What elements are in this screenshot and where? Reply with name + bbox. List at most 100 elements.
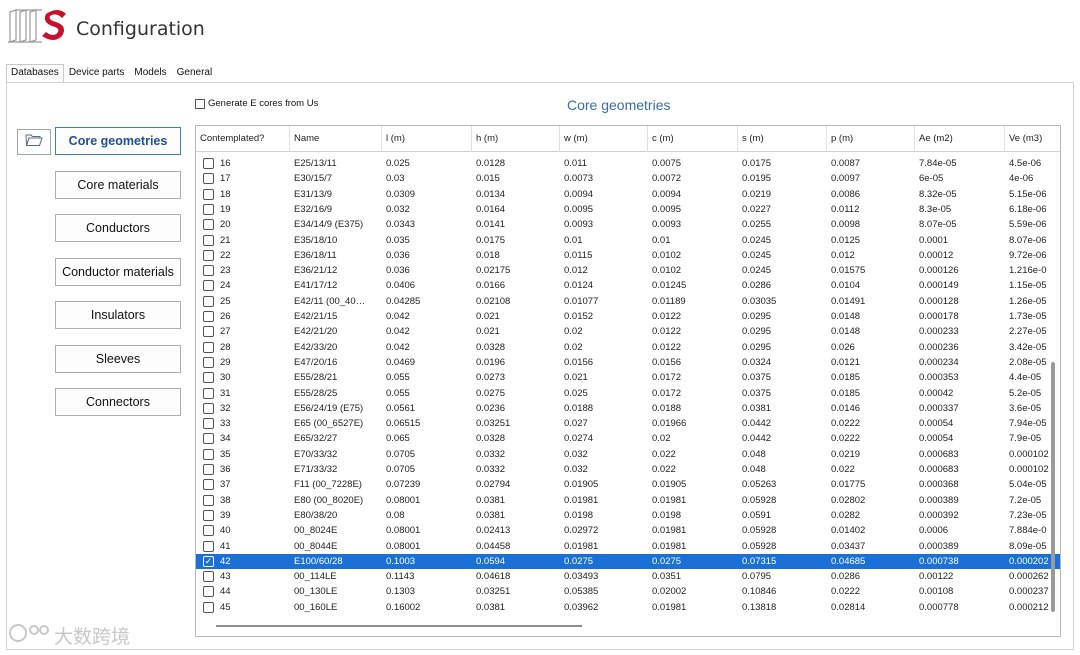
sidebar-item-core-materials[interactable]: Core materials	[55, 171, 181, 199]
table-row[interactable]: 41 00_8044E 0.08001 0.04458 0.01981 0.01981 0.…	[196, 539, 1060, 554]
column-header[interactable]: s (m)	[738, 126, 827, 152]
table-cell: E80/38/20	[294, 509, 338, 521]
table-row[interactable]: 21 E35/18/10 0.035 0.0175 0.01 0.01 0.0245 0.01…	[196, 233, 1060, 248]
tab-models[interactable]: Models	[129, 64, 171, 82]
table-row[interactable]: ✓ 42 E100/60/28 0.1003 0.0594 0.0275 0.0275 0.0…	[196, 553, 1060, 570]
sidebar-item-conductors[interactable]: Conductors	[55, 214, 181, 242]
column-header[interactable]: h (m)	[472, 126, 560, 152]
contemplated-checkbox[interactable]	[203, 525, 214, 537]
contemplated-checkbox[interactable]	[203, 372, 214, 384]
column-header[interactable]: Ae (m2)	[915, 126, 1005, 152]
contemplated-checkbox[interactable]	[203, 173, 214, 185]
table-row[interactable]: 39 E80/38/20 0.08 0.0381 0.0198 0.0198 0.0591 0…	[196, 508, 1060, 523]
table-row[interactable]: 34 E65/32/27 0.065 0.0328 0.0274 0.02 0.0442 0.…	[196, 431, 1060, 446]
contemplated-checkbox[interactable]	[203, 295, 214, 307]
table-row[interactable]: 35 E70/33/32 0.0705 0.0332 0.032 0.022 0.048 0.…	[196, 447, 1060, 462]
contemplated-checkbox[interactable]	[203, 188, 214, 200]
contemplated-checkbox[interactable]	[203, 494, 214, 506]
tab-device-parts[interactable]: Device parts	[64, 64, 130, 82]
sidebar-item-core-geometries[interactable]: Core geometries	[55, 127, 181, 155]
table-row[interactable]: 36 E71/33/32 0.0705 0.0332 0.032 0.022 0.048 0.…	[196, 462, 1060, 477]
contemplated-checkbox[interactable]	[203, 418, 214, 430]
table-row[interactable]: 24 E41/17/12 0.0406 0.0166 0.0124 0.01245 0.02…	[196, 278, 1060, 293]
contemplated-checkbox[interactable]	[203, 280, 214, 292]
table-row[interactable]: 28 E42/33/20 0.042 0.0328 0.02 0.0122 0.0295 0.…	[196, 340, 1060, 355]
table-row[interactable]: 45 00_160LE 0.16002 0.0381 0.03962 0.01981 0.1…	[196, 600, 1060, 615]
contemplated-checkbox[interactable]	[203, 249, 214, 261]
contemplated-checkbox[interactable]	[203, 509, 214, 521]
table-row[interactable]: 18 E31/13/9 0.0309 0.0134 0.0094 0.0094 0.0219…	[196, 187, 1060, 202]
horizontal-scrollbar[interactable]	[216, 625, 582, 627]
table-cell: 0.03962	[564, 601, 599, 613]
contemplated-checkbox[interactable]	[203, 571, 214, 583]
vertical-scrollbar[interactable]	[1051, 362, 1055, 612]
table-row[interactable]: 44 00_130LE 0.1303 0.03251 0.05385 0.02002 0.1…	[196, 584, 1060, 599]
column-header[interactable]: p (m)	[827, 126, 915, 152]
contemplated-checkbox[interactable]: ✓	[203, 555, 214, 567]
column-header[interactable]: Name	[290, 126, 382, 152]
table-row[interactable]: 33 E65 (00_6527E) 0.06515 0.03251 0.027 0.019…	[196, 416, 1060, 431]
table-row[interactable]: 17 E30/15/7 0.03 0.015 0.0073 0.0072 0.0195 0.0…	[196, 171, 1060, 186]
sidebar-item-sleeves[interactable]: Sleeves	[55, 345, 181, 373]
table-row[interactable]: 19 E32/16/9 0.032 0.0164 0.0095 0.0095 0.0227 0…	[196, 202, 1060, 217]
row-index: 17	[220, 173, 231, 185]
table-cell: 0.02175	[476, 265, 511, 277]
contemplated-checkbox[interactable]	[203, 311, 214, 322]
table-cell: 0.0093	[564, 219, 594, 231]
sidebar-item-insulators[interactable]: Insulators	[55, 301, 181, 329]
contemplated-checkbox[interactable]	[203, 387, 214, 399]
table-row[interactable]: 16 E25/13/11 0.025 0.0128 0.011 0.0075 0.0175 0…	[196, 156, 1060, 171]
contemplated-checkbox[interactable]	[203, 203, 214, 215]
sidebar-item-connectors[interactable]: Connectors	[55, 388, 181, 416]
table-cell: 0.10846	[742, 586, 777, 598]
table-row[interactable]: 37 F11 (00_7228E) 0.07239 0.02794 0.01905 0.0…	[196, 477, 1060, 492]
row-index: 28	[220, 341, 231, 353]
contemplated-checkbox[interactable]	[203, 601, 214, 613]
table-cell: E36/21/12	[294, 265, 338, 277]
contemplated-checkbox[interactable]	[203, 464, 214, 475]
contemplated-checkbox[interactable]	[203, 341, 214, 353]
table-cell: 0.0152	[564, 311, 594, 322]
generate-e-cores-checkbox[interactable]: Generate E cores from Us	[195, 98, 318, 109]
contemplated-checkbox[interactable]	[203, 586, 214, 598]
contemplated-checkbox[interactable]	[203, 448, 214, 460]
contemplated-checkbox[interactable]	[203, 540, 214, 552]
checkbox-box[interactable]	[195, 98, 205, 109]
table-row[interactable]: 38 E80 (00_8020E) 0.08001 0.0381 0.01981 0.01…	[196, 493, 1060, 508]
column-header[interactable]: c (m)	[648, 126, 738, 152]
table-row[interactable]: 43 00_114LE 0.1143 0.04618 0.03493 0.0351 0.07…	[196, 569, 1060, 584]
contemplated-checkbox[interactable]	[203, 402, 214, 414]
table-row[interactable]: 40 00_8024E 0.08001 0.02413 0.02972 0.01981 0.…	[196, 523, 1060, 538]
column-header[interactable]: Contemplated?	[196, 126, 290, 152]
contemplated-checkbox[interactable]	[203, 433, 214, 445]
contemplated-checkbox[interactable]	[203, 219, 214, 231]
table-row[interactable]: 29 E47/20/16 0.0469 0.0196 0.0156 0.0156 0.032…	[196, 355, 1060, 370]
column-header[interactable]: w (m)	[560, 126, 648, 152]
table-row[interactable]: 20 E34/14/9 (E375) 0.0343 0.0141 0.0093 0.009…	[196, 217, 1060, 232]
column-header[interactable]: l (m)	[382, 126, 472, 152]
contemplated-checkbox[interactable]	[203, 326, 214, 338]
table-cell: 00_160LE	[294, 601, 338, 613]
column-header[interactable]: Ve (m3)	[1005, 126, 1060, 152]
contemplated-checkbox[interactable]	[203, 265, 214, 277]
table-cell: 0.022	[652, 448, 676, 460]
table-cell: 6.18e-06	[1009, 203, 1047, 215]
open-folder-button[interactable]	[17, 129, 51, 155]
tab-general[interactable]: General	[172, 64, 218, 82]
sidebar-item-conductor-materials[interactable]: Conductor materials	[55, 258, 181, 286]
contemplated-checkbox[interactable]	[203, 356, 214, 368]
table-cell: 0.0087	[831, 158, 861, 169]
tab-databases[interactable]: Databases	[6, 64, 64, 82]
table-row[interactable]: 27 E42/21/20 0.042 0.021 0.02 0.0122 0.0295 0.0…	[196, 324, 1060, 339]
contemplated-checkbox[interactable]	[203, 234, 214, 246]
table-row[interactable]: 31 E55/28/25 0.055 0.0275 0.025 0.0172 0.0375 0…	[196, 386, 1060, 401]
table-row[interactable]: 26 E42/21/15 0.042 0.021 0.0152 0.0122 0.0295 0…	[196, 309, 1060, 324]
table-row[interactable]: 22 E36/18/11 0.036 0.018 0.0115 0.0102 0.0245 0…	[196, 248, 1060, 263]
table-row[interactable]: 25 E42/11 (00_40… 0.04285 0.02108 0.01077 0.0…	[196, 294, 1060, 309]
table-row[interactable]: 30 E55/28/21 0.055 0.0273 0.021 0.0172 0.0375 0…	[196, 370, 1060, 385]
table-row[interactable]: 32 E56/24/19 (E75) 0.0561 0.0236 0.0188 0.018…	[196, 401, 1060, 416]
table-row[interactable]: 23 E36/21/12 0.036 0.02175 0.012 0.0102 0.0245…	[196, 263, 1060, 278]
table-cell: 0.000128	[919, 295, 959, 307]
contemplated-checkbox[interactable]	[203, 479, 214, 491]
contemplated-checkbox[interactable]	[203, 158, 214, 169]
